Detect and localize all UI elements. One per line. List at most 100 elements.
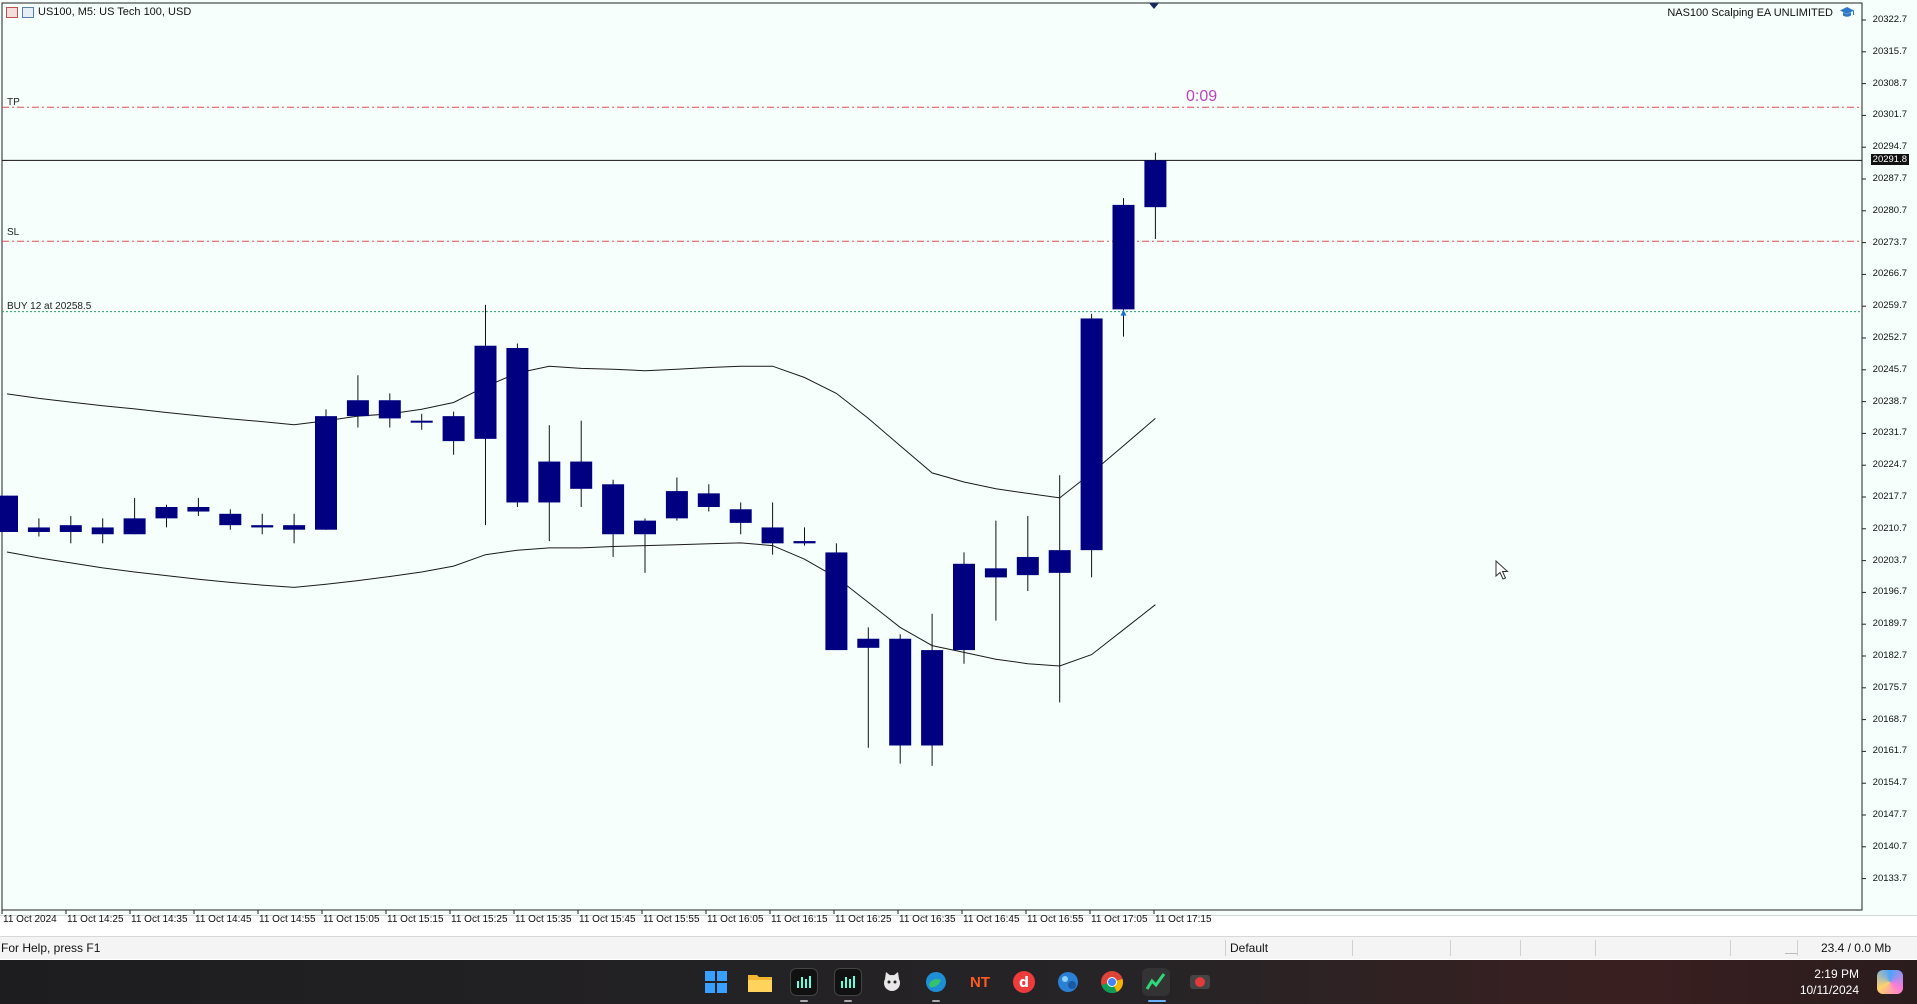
price-tick-label: 20322.7	[1872, 14, 1907, 25]
candle-body	[729, 509, 752, 523]
price-tick-label: 20315.7	[1872, 45, 1907, 57]
price-tick-label: 20154.7	[1872, 777, 1907, 789]
time-tick-label: 11 Oct 14:55	[259, 914, 316, 925]
record-app-icon[interactable]	[1186, 968, 1214, 996]
candle-body	[346, 400, 369, 417]
price-tick-label: 20168.7	[1872, 713, 1907, 725]
trading-app-icon[interactable]	[1142, 968, 1170, 996]
time-tick-label: 11 Oct 15:05	[323, 914, 380, 925]
file-explorer-icon[interactable]	[746, 968, 774, 996]
plot-frame	[1, 2, 1863, 911]
time-tick-label: 11 Oct 2024	[3, 914, 57, 925]
price-tick-label: 20301.7	[1872, 109, 1907, 121]
price-tick-label: 20140.7	[1872, 840, 1907, 852]
chart-shift-marker-icon	[1149, 3, 1159, 9]
buy-arrow-icon	[1120, 309, 1127, 316]
price-tick-label: 20210.7	[1872, 522, 1907, 534]
candle-body	[315, 416, 337, 530]
red-app-icon[interactable]: d	[1010, 968, 1038, 996]
price-tick-label: 20161.7	[1872, 745, 1907, 757]
candle-body	[1016, 556, 1039, 576]
time-tick-label: 11 Oct 15:15	[387, 914, 444, 925]
price-tick-label: 20217.7	[1872, 491, 1907, 502]
edge-icon[interactable]	[922, 968, 950, 996]
sl-line-label: SL	[7, 227, 20, 238]
price-tick-label: 20147.7	[1872, 809, 1907, 820]
chart-menu-icon[interactable]	[6, 6, 18, 18]
candlestick-chart[interactable]	[0, 0, 1917, 915]
time-tick-label: 11 Oct 14:45	[195, 914, 252, 925]
candle-body	[442, 416, 465, 442]
taskbar-clock[interactable]: 2:19 PM 10/11/2024	[1800, 966, 1859, 998]
candle-body	[761, 527, 784, 544]
candle-body	[219, 513, 242, 526]
windows-start-icon[interactable]	[702, 968, 730, 996]
price-tick-label: 20308.7	[1872, 77, 1907, 89]
candle-body	[921, 650, 944, 746]
candle-body	[283, 525, 306, 530]
chart-window[interactable]: US100, M5: US Tech 100, USD NAS100 Scalp…	[0, 0, 1917, 925]
profile-name[interactable]: Default	[1230, 941, 1268, 955]
candle-body	[410, 420, 433, 423]
time-tick-label: 11 Oct 16:45	[963, 914, 1020, 925]
time-tick-label: 11 Oct 15:25	[451, 914, 508, 925]
candle-body	[27, 527, 50, 532]
buy-line-label: BUY 12 at 20258.5	[7, 301, 92, 312]
candle-body	[91, 527, 114, 535]
candle-body	[634, 520, 656, 535]
candle-body	[570, 461, 593, 489]
time-tick-label: 11 Oct 17:15	[1155, 914, 1212, 925]
candle-body	[155, 506, 178, 519]
cat-app-icon[interactable]	[878, 968, 906, 996]
candle-body	[889, 638, 912, 746]
nt-app-icon[interactable]: NT	[966, 968, 994, 996]
price-tick-label: 20287.7	[1872, 173, 1907, 184]
tp-line-label: TP	[7, 97, 20, 108]
price-tick-label: 20266.7	[1872, 268, 1907, 280]
traffic-readout: 23.4 / 0.0 Mb	[1820, 941, 1891, 955]
copilot-icon[interactable]	[1877, 970, 1903, 994]
candle-body	[59, 525, 82, 532]
time-tick-label: 11 Oct 14:25	[67, 914, 124, 925]
current-price-label: 20291.8	[1870, 154, 1909, 165]
candle-body	[123, 518, 146, 535]
time-tick-label: 11 Oct 16:15	[771, 914, 828, 925]
price-tick-label: 20238.7	[1872, 395, 1907, 407]
sphere-app-icon[interactable]	[1054, 968, 1082, 996]
candle-body	[602, 484, 625, 535]
price-tick-label: 20280.7	[1872, 204, 1907, 216]
status-bar: For Help, press F1 Default 23.4 / 0.0 Mb	[0, 936, 1917, 959]
price-tick-label: 20273.7	[1872, 236, 1907, 248]
candle-body	[0, 495, 18, 532]
mt5-icon-2[interactable]	[834, 968, 862, 996]
candle-body	[665, 491, 688, 519]
chrome-icon[interactable]	[1098, 968, 1126, 996]
candle-timer: 0:09	[1186, 88, 1218, 105]
time-tick-label: 11 Oct 15:55	[643, 914, 700, 925]
price-tick-label: 20189.7	[1872, 618, 1907, 630]
price-tick-label: 20294.7	[1872, 141, 1907, 153]
price-tick-label: 20245.7	[1872, 363, 1907, 375]
candle-body	[953, 563, 975, 651]
candle-body	[857, 638, 880, 648]
help-text: For Help, press F1	[1, 941, 101, 955]
price-tick-label: 20203.7	[1872, 554, 1907, 566]
clock-time: 2:19 PM	[1814, 967, 1859, 981]
candle-body	[1144, 160, 1167, 208]
candle-body	[538, 461, 561, 503]
candle-body	[1112, 204, 1135, 310]
expert-advisor-label[interactable]: NAS100 Scalping EA UNLIMITED	[1667, 6, 1855, 19]
price-tick-label: 20252.7	[1872, 332, 1907, 343]
candle-body	[793, 541, 816, 544]
candle-body	[506, 347, 529, 503]
ea-name: NAS100 Scalping EA UNLIMITED	[1667, 6, 1833, 19]
time-tick-label: 11 Oct 15:45	[579, 914, 636, 925]
price-tick-label: 20224.7	[1872, 459, 1907, 471]
time-tick-label: 11 Oct 16:35	[899, 914, 956, 925]
candle-body	[984, 568, 1007, 578]
time-tick-label: 11 Oct 16:55	[1027, 914, 1084, 925]
chart-window-icon[interactable]	[22, 6, 34, 18]
mt5-icon[interactable]	[790, 968, 818, 996]
windows-taskbar: NT d 2:19 PM 10/11/2024	[0, 960, 1917, 1004]
time-tick-label: 11 Oct 15:35	[515, 914, 572, 925]
